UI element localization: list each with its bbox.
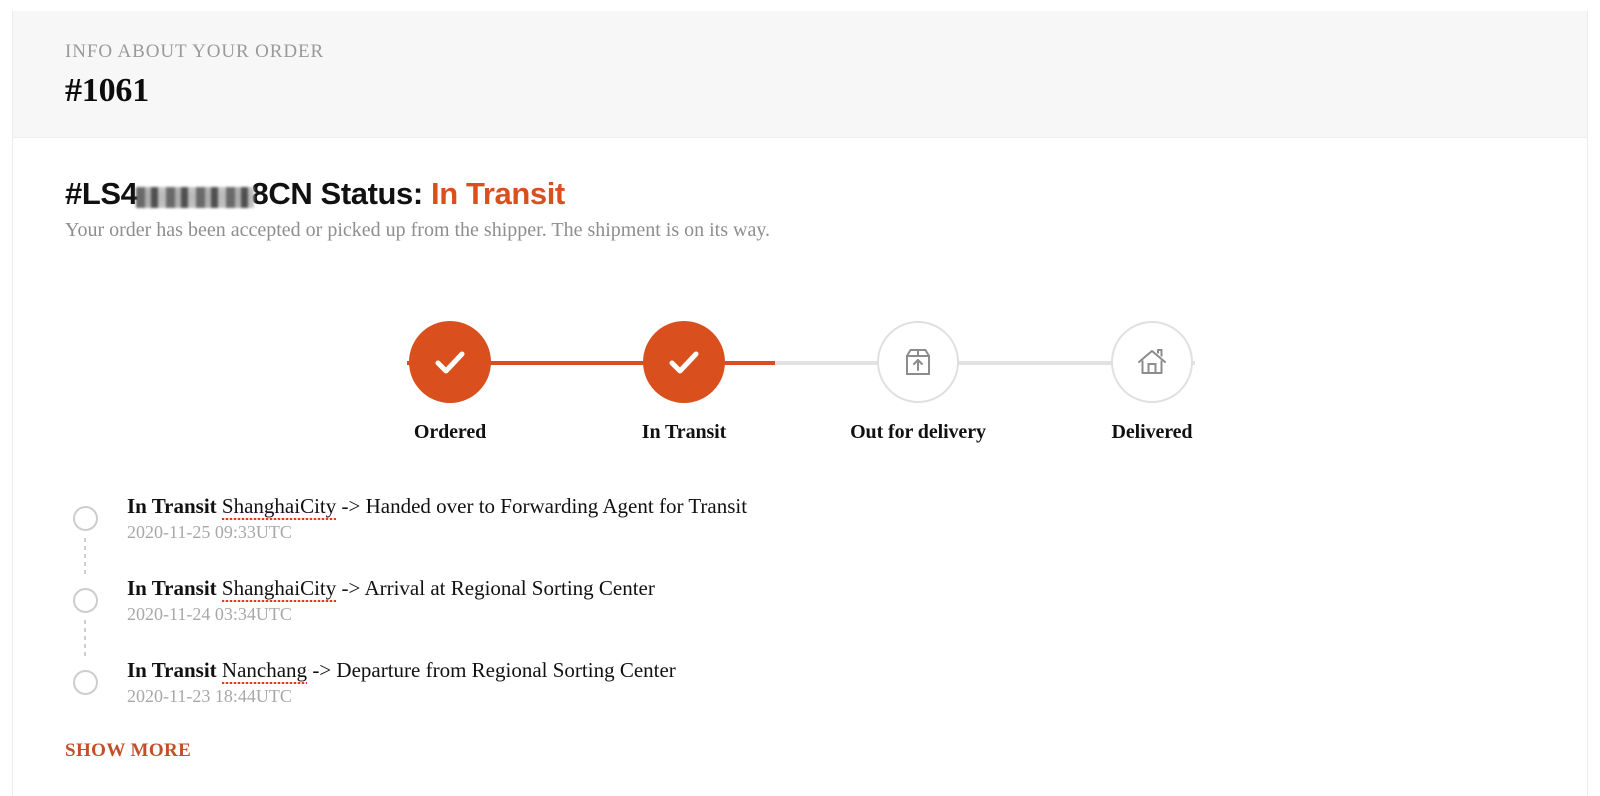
check-icon <box>435 351 465 374</box>
status-description: Your order has been accepted or picked u… <box>65 219 771 242</box>
order-panel: INFO ABOUT YOUR ORDER #1061 #LS4 8CN Stat… <box>12 11 1588 796</box>
step-ordered-circle <box>409 321 491 403</box>
history-place: ShanghaiCity <box>221 494 337 521</box>
step-delivered[interactable]: Delivered <box>1067 321 1237 444</box>
history-place: Nanchang <box>221 658 308 685</box>
history-title: In Transit ShanghaiCity -> Handed over t… <box>127 493 1365 521</box>
tracking-status-line: #LS4 8CN Status: In Transit <box>65 176 1465 211</box>
history-timestamp: 2020-11-24 03:34UTC <box>127 604 292 625</box>
timeline-bullet-icon <box>73 670 98 695</box>
order-header: INFO ABOUT YOUR ORDER #1061 <box>13 11 1587 138</box>
step-in-transit[interactable]: In Transit <box>599 321 769 444</box>
step-out-for-delivery-circle <box>877 321 959 403</box>
step-out-for-delivery-label: Out for delivery <box>850 421 986 443</box>
history-detail: -> Departure from Regional Sorting Cente… <box>312 658 676 682</box>
history-title: In Transit ShanghaiCity -> Arrival at Re… <box>127 575 1365 603</box>
order-number: #1061 <box>65 71 150 109</box>
history-place: ShanghaiCity <box>221 576 337 603</box>
tracking-number-redacted <box>135 187 254 208</box>
step-ordered[interactable]: Ordered <box>365 321 535 444</box>
tracking-history-list: In Transit ShanghaiCity -> Handed over t… <box>65 493 1365 739</box>
timeline-connector <box>84 620 86 656</box>
history-status: In Transit <box>127 658 217 682</box>
tracking-number-suffix: 8CN <box>251 176 313 211</box>
status-label: Status: <box>312 176 432 211</box>
history-detail: -> Arrival at Regional Sorting Center <box>341 576 655 600</box>
history-title: In Transit Nanchang -> Departure from Re… <box>127 657 1365 685</box>
timeline-bullet-icon <box>73 588 98 613</box>
stepper-steps: Ordered In Transit Out for delivery Deli… <box>365 321 1237 444</box>
history-status: In Transit <box>127 494 217 518</box>
order-tracking-page: INFO ABOUT YOUR ORDER #1061 #LS4 8CN Stat… <box>0 0 1600 796</box>
step-out-for-delivery[interactable]: Out for delivery <box>833 321 1003 444</box>
step-in-transit-circle <box>643 321 725 403</box>
history-detail: -> Handed over to Forwarding Agent for T… <box>341 494 748 518</box>
history-timestamp: 2020-11-25 09:33UTC <box>127 522 292 543</box>
tracking-history-item: In Transit ShanghaiCity -> Handed over t… <box>65 493 1365 575</box>
show-more-button[interactable]: SHOW MORE <box>65 740 191 762</box>
timeline-connector <box>84 538 86 574</box>
check-icon <box>669 351 699 374</box>
timeline-bullet-icon <box>73 506 98 531</box>
tracking-history-item: In Transit ShanghaiCity -> Arrival at Re… <box>65 575 1365 657</box>
step-ordered-label: Ordered <box>413 421 487 443</box>
package-up-icon <box>906 349 930 375</box>
step-delivered-circle <box>1111 321 1193 403</box>
tracking-number-prefix: #LS4 <box>65 176 138 211</box>
status-block: #LS4 8CN Status: In Transit Your order ha… <box>65 176 1465 243</box>
status-value: In Transit <box>431 176 565 211</box>
step-delivered-label: Delivered <box>1111 421 1193 443</box>
tracking-history-item: In Transit Nanchang -> Departure from Re… <box>65 657 1365 739</box>
order-eyebrow-label: INFO ABOUT YOUR ORDER <box>65 41 325 62</box>
history-timestamp: 2020-11-23 18:44UTC <box>127 686 292 707</box>
history-status: In Transit <box>127 576 217 600</box>
house-icon <box>1138 349 1166 374</box>
step-in-transit-label: In Transit <box>641 421 727 443</box>
order-progress-stepper: Ordered In Transit Out for delivery Deli… <box>365 321 1237 451</box>
